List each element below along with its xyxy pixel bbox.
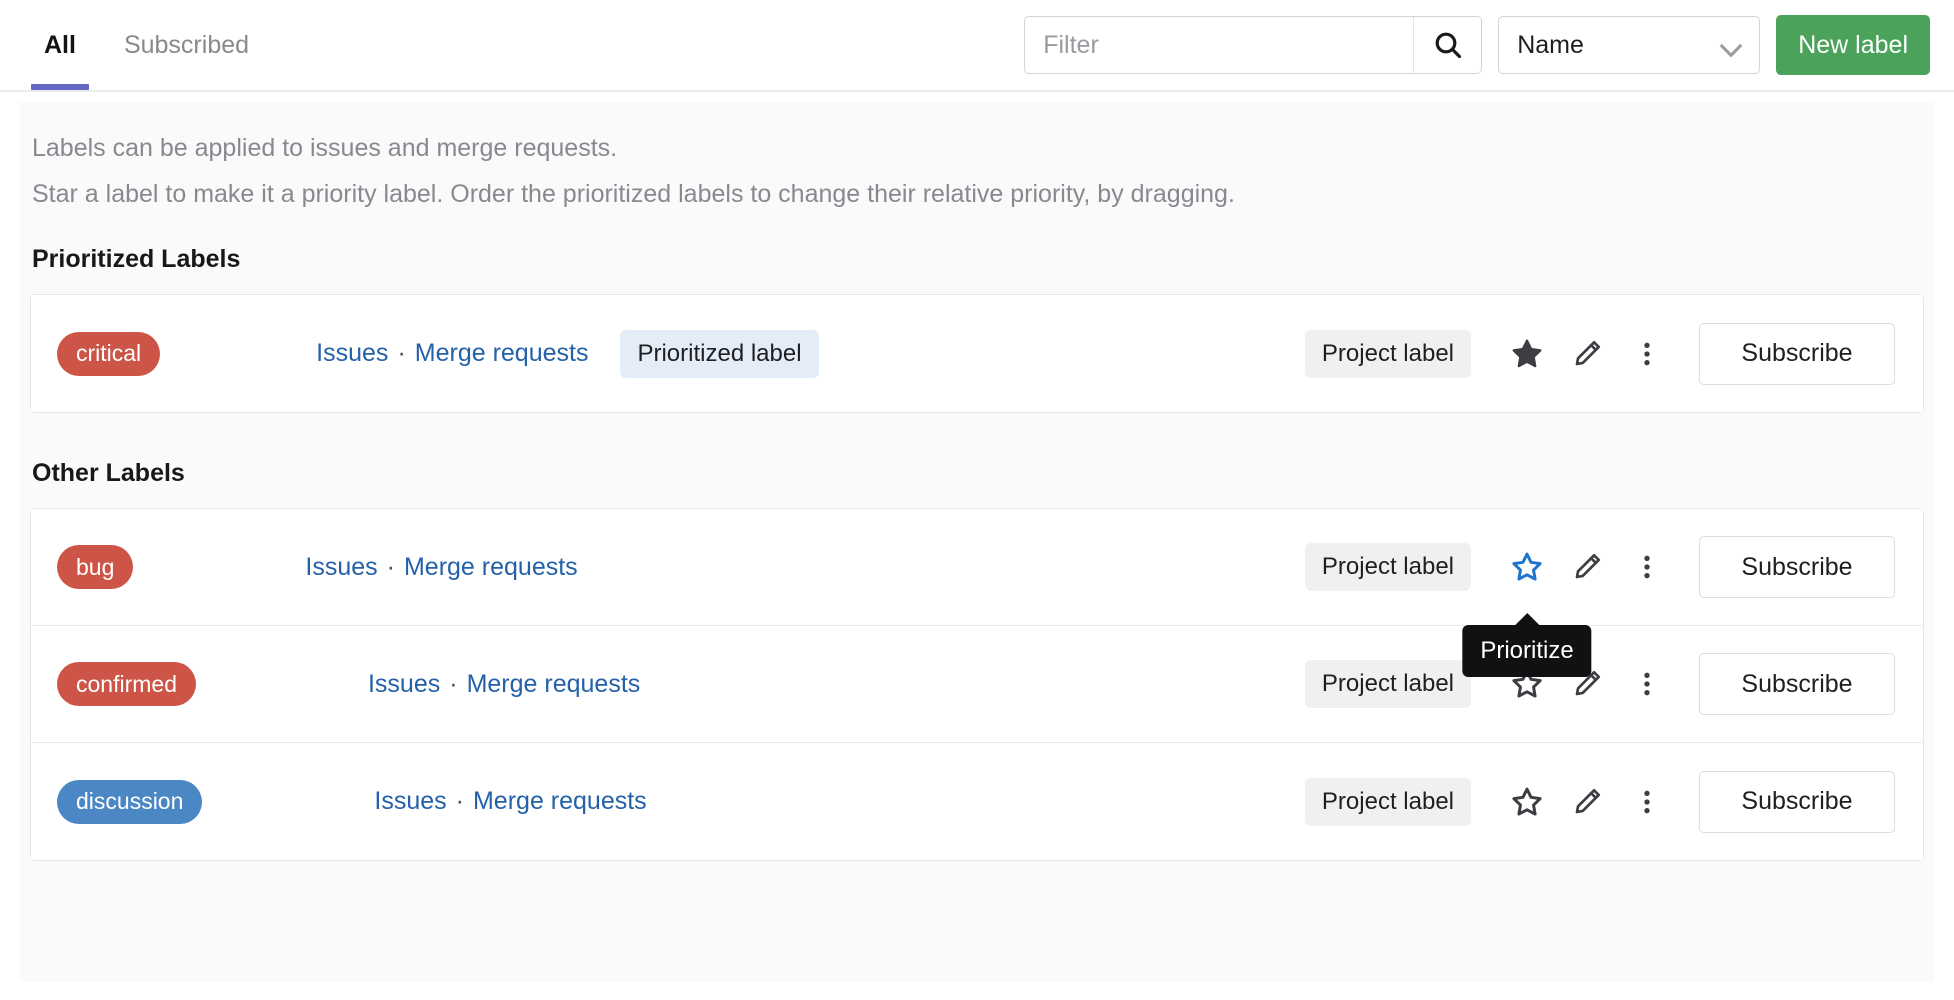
- pencil-icon: [1571, 338, 1603, 370]
- ellipsis-vertical-icon: [1633, 670, 1661, 698]
- project-label-badge: Project label: [1305, 778, 1471, 826]
- search-icon: [1432, 29, 1464, 61]
- search-input[interactable]: [1025, 17, 1413, 73]
- prioritized-labels-list: critical Issues · Merge requests Priorit…: [30, 294, 1924, 413]
- subscribe-button[interactable]: Subscribe: [1699, 536, 1895, 598]
- star-outline-icon: [1510, 667, 1544, 701]
- table-row: critical Issues · Merge requests Priorit…: [31, 295, 1923, 412]
- star-filled-icon: [1510, 337, 1544, 371]
- labels-panel: Labels can be applied to issues and merg…: [20, 102, 1934, 982]
- toolbar-controls: Name New label: [1024, 0, 1932, 90]
- project-label-badge: Project label: [1305, 543, 1471, 591]
- row-actions: Project label Prioritize: [1305, 536, 1895, 598]
- prioritize-star-button[interactable]: [1497, 324, 1557, 384]
- description-line-1: Labels can be applied to issues and merg…: [32, 132, 1922, 165]
- label-pill-bug[interactable]: bug: [57, 545, 133, 589]
- table-row: bug Issues · Merge requests Project labe…: [31, 509, 1923, 626]
- issues-link[interactable]: Issues: [368, 670, 440, 699]
- label-links: Issues · Merge requests: [374, 787, 646, 816]
- subscribe-button[interactable]: Subscribe: [1699, 653, 1895, 715]
- table-row: confirmed Issues · Merge requests Projec…: [31, 626, 1923, 743]
- prioritize-star-button[interactable]: Prioritize: [1497, 537, 1557, 597]
- row-actions: Project label: [1305, 771, 1895, 833]
- other-labels-list: bug Issues · Merge requests Project labe…: [30, 508, 1924, 861]
- labels-toolbar: All Subscribed Name: [0, 0, 1954, 92]
- label-pill-confirmed[interactable]: confirmed: [57, 662, 196, 706]
- row-actions: Project label: [1305, 653, 1895, 715]
- tab-all[interactable]: All: [20, 0, 100, 90]
- issues-link[interactable]: Issues: [305, 553, 377, 582]
- sort-dropdown[interactable]: Name: [1498, 16, 1760, 74]
- table-row: discussion Issues · Merge requests Proje…: [31, 743, 1923, 860]
- project-label-badge: Project label: [1305, 660, 1471, 708]
- more-actions-button[interactable]: [1617, 772, 1677, 832]
- more-actions-button[interactable]: [1617, 324, 1677, 384]
- label-pill-discussion[interactable]: discussion: [57, 780, 202, 824]
- tab-subscribed-label: Subscribed: [124, 31, 249, 60]
- filter-search-group: [1024, 16, 1482, 74]
- edit-label-button[interactable]: [1557, 654, 1617, 714]
- merge-requests-link[interactable]: Merge requests: [415, 339, 589, 368]
- issues-link[interactable]: Issues: [316, 339, 388, 368]
- labels-page: All Subscribed Name: [0, 0, 1954, 1000]
- link-separator: ·: [387, 553, 395, 582]
- pencil-icon: [1571, 551, 1603, 583]
- link-separator: ·: [456, 787, 464, 816]
- ellipsis-vertical-icon: [1633, 553, 1661, 581]
- more-actions-button[interactable]: [1617, 537, 1677, 597]
- label-links: Issues · Merge requests: [316, 339, 588, 368]
- star-outline-icon: [1510, 785, 1544, 819]
- more-actions-button[interactable]: [1617, 654, 1677, 714]
- merge-requests-link[interactable]: Merge requests: [467, 670, 641, 699]
- edit-label-button[interactable]: [1557, 537, 1617, 597]
- label-pill-critical[interactable]: critical: [57, 332, 160, 376]
- project-label-badge: Project label: [1305, 330, 1471, 378]
- ellipsis-vertical-icon: [1633, 788, 1661, 816]
- label-links: Issues · Merge requests: [368, 670, 640, 699]
- link-separator: ·: [397, 339, 405, 368]
- link-separator: ·: [449, 670, 457, 699]
- other-labels-heading: Other Labels: [20, 459, 1934, 488]
- star-outline-icon: [1510, 550, 1544, 584]
- prioritized-labels-heading: Prioritized Labels: [20, 245, 1934, 274]
- edit-label-button[interactable]: [1557, 772, 1617, 832]
- issues-link[interactable]: Issues: [374, 787, 446, 816]
- label-links: Issues · Merge requests: [305, 553, 577, 582]
- prioritized-label-badge: Prioritized label: [620, 330, 818, 378]
- row-actions: Project label: [1305, 323, 1895, 385]
- tab-subscribed[interactable]: Subscribed: [100, 0, 273, 90]
- label-scope-tabs: All Subscribed: [0, 0, 273, 90]
- prioritize-star-button[interactable]: [1497, 654, 1557, 714]
- tab-all-label: All: [44, 31, 76, 60]
- merge-requests-link[interactable]: Merge requests: [473, 787, 647, 816]
- new-label-button[interactable]: New label: [1776, 15, 1930, 75]
- description-line-2: Star a label to make it a priority label…: [32, 178, 1922, 211]
- edit-label-button[interactable]: [1557, 324, 1617, 384]
- search-button[interactable]: [1413, 17, 1481, 73]
- sort-dropdown-value: Name: [1517, 31, 1721, 60]
- pencil-icon: [1571, 668, 1603, 700]
- labels-description: Labels can be applied to issues and merg…: [20, 132, 1934, 211]
- subscribe-button[interactable]: Subscribe: [1699, 771, 1895, 833]
- pencil-icon: [1571, 786, 1603, 818]
- merge-requests-link[interactable]: Merge requests: [404, 553, 578, 582]
- subscribe-button[interactable]: Subscribe: [1699, 323, 1895, 385]
- prioritize-star-button[interactable]: [1497, 772, 1557, 832]
- ellipsis-vertical-icon: [1633, 340, 1661, 368]
- chevron-down-icon: [1721, 38, 1743, 52]
